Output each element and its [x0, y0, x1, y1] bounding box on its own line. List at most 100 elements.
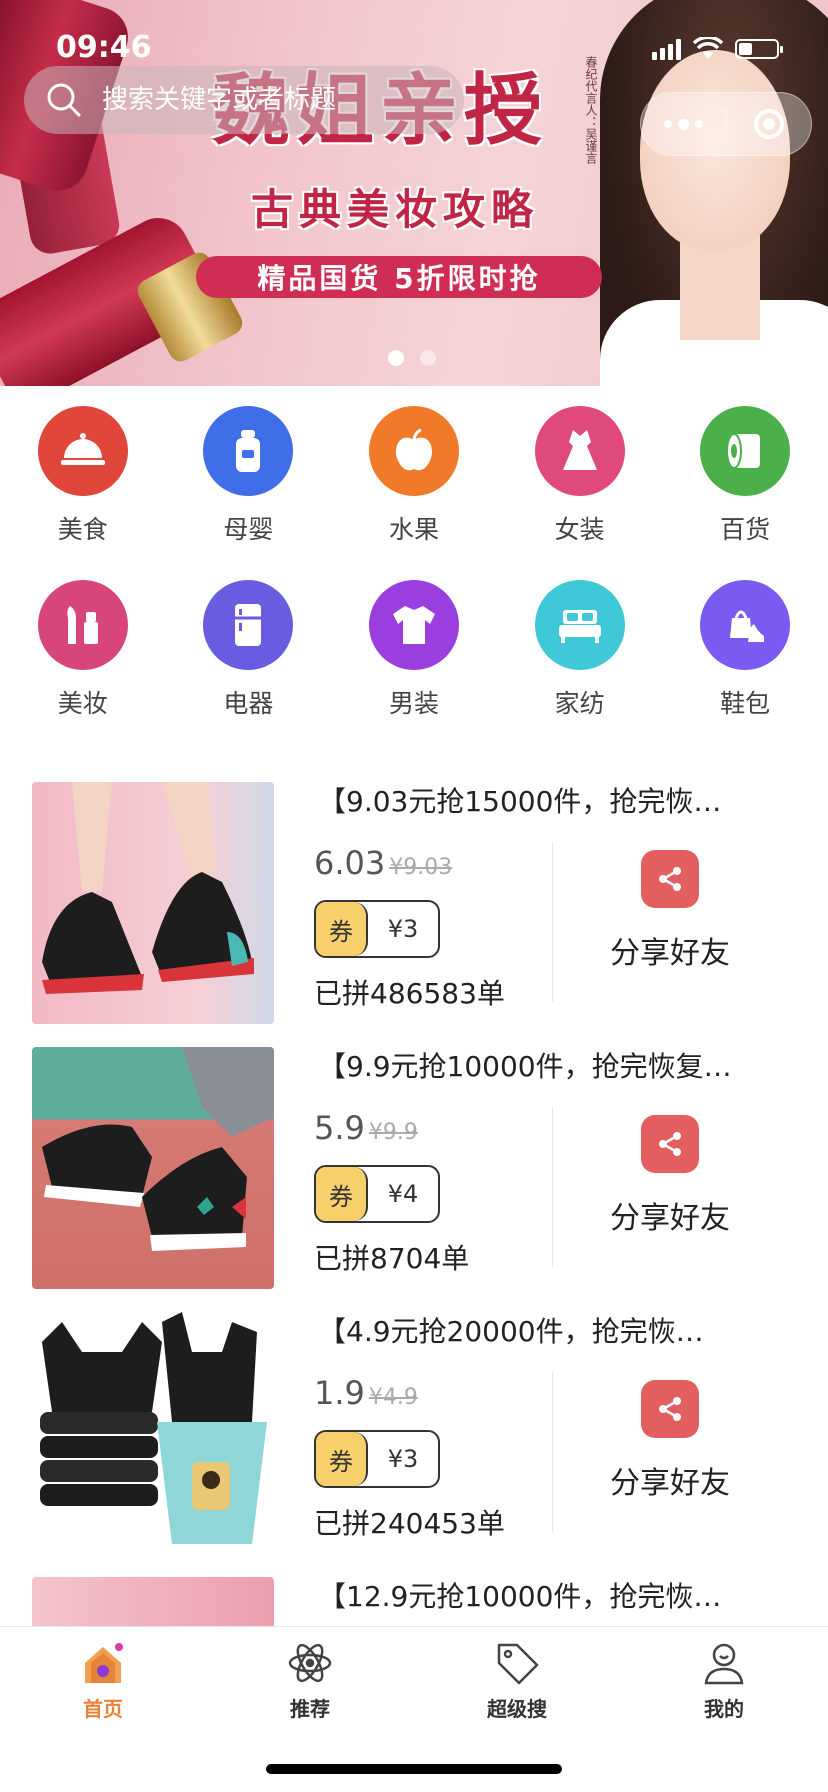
- share-friend-button[interactable]: 分享好友: [590, 1115, 750, 1237]
- category-womens[interactable]: 女装: [497, 406, 663, 580]
- share-icon: [641, 1115, 699, 1173]
- target-icon: [753, 109, 784, 139]
- home-indicator: [266, 1764, 562, 1774]
- product-list: 【9.03元抢15000件，抢完恢… 6.03 ¥9.03 券 ¥3 已拼486…: [0, 760, 828, 1626]
- cellular-signal-icon: [652, 38, 681, 60]
- product-card[interactable]: 【4.9元抢20000件，抢完恢… 1.9 ¥4.9 券 ¥3 已拼240453…: [0, 1290, 828, 1555]
- current-price: 1.9: [314, 1374, 365, 1412]
- category-label: 百货: [720, 515, 771, 544]
- product-card[interactable]: 【9.03元抢15000件，抢完恢… 6.03 ¥9.03 券 ¥3 已拼486…: [0, 760, 828, 1025]
- cloche-icon: [37, 406, 128, 496]
- banner-vertical-caption: 春纪代言人：吴谨言: [584, 56, 598, 164]
- coupon-tag: 券: [316, 902, 368, 956]
- makeup-brush-icon: [37, 580, 128, 670]
- dress-icon: [534, 406, 625, 496]
- product-title: 【9.03元抢15000件，抢完恢…: [318, 785, 722, 818]
- tab-label: 我的: [704, 1697, 744, 1721]
- miniapp-capsule: [640, 92, 812, 156]
- category-label: 家纺: [554, 689, 605, 718]
- product-title: 【12.9元抢10000件，抢完恢…: [318, 1580, 722, 1613]
- paper-roll-icon: [700, 406, 791, 496]
- price-row: 6.03 ¥9.03: [314, 844, 452, 882]
- category-makeup[interactable]: 美妆: [0, 580, 166, 754]
- product-image[interactable]: [32, 782, 274, 1024]
- product-card[interactable]: 【12.9元抢10000件，抢完恢…: [0, 1555, 828, 1626]
- product-title: 【9.9元抢10000件，抢完恢复…: [318, 1050, 732, 1083]
- user-icon: [704, 1643, 744, 1685]
- close-miniapp-button[interactable]: [727, 93, 812, 155]
- banner-promo-ribbon: 精品国货 5折限时抢: [196, 256, 602, 298]
- sold-count: 已拼8704单: [314, 1242, 470, 1275]
- price-row: 5.9 ¥9.9: [314, 1109, 418, 1147]
- coupon-value: ¥4: [387, 1180, 419, 1208]
- product-image[interactable]: [32, 1577, 274, 1626]
- carousel-dot[interactable]: [388, 350, 404, 366]
- tab-label: 超级搜: [487, 1697, 547, 1721]
- apple-icon: [368, 406, 459, 496]
- product-title: 【4.9元抢20000件，抢完恢…: [318, 1315, 704, 1348]
- status-icons: [652, 34, 792, 64]
- more-menu-button[interactable]: [641, 93, 726, 155]
- category-shoes-bags[interactable]: 鞋包: [662, 580, 828, 754]
- share-icon: [641, 850, 699, 908]
- bed-icon: [534, 580, 625, 670]
- coupon-value: ¥3: [387, 915, 419, 943]
- category-general[interactable]: 百货: [662, 406, 828, 580]
- product-image[interactable]: [32, 1312, 274, 1554]
- product-card[interactable]: 【9.9元抢10000件，抢完恢复… 5.9 ¥9.9 券 ¥4 已拼8704单…: [0, 1025, 828, 1290]
- sold-count: 已拼240453单: [314, 1507, 505, 1540]
- category-appliances[interactable]: 电器: [166, 580, 332, 754]
- coupon-badge: 券 ¥4: [314, 1165, 440, 1223]
- carousel-indicator: [388, 350, 436, 366]
- share-icon: [641, 1380, 699, 1438]
- category-label: 母婴: [223, 515, 274, 544]
- share-friend-button[interactable]: 分享好友: [590, 1380, 750, 1502]
- category-label: 女装: [554, 515, 605, 544]
- product-image[interactable]: [32, 1047, 274, 1289]
- category-mens[interactable]: 男装: [331, 580, 497, 754]
- coupon-tag: 券: [316, 1432, 368, 1486]
- original-price: ¥9.9: [368, 1120, 418, 1145]
- category-label: 美食: [57, 515, 108, 544]
- coupon-value: ¥3: [387, 1445, 419, 1473]
- status-time: 09:46: [56, 30, 152, 65]
- category-food[interactable]: 美食: [0, 406, 166, 580]
- battery-icon: [735, 39, 783, 59]
- category-label: 美妆: [57, 689, 108, 718]
- original-price: ¥4.9: [368, 1385, 418, 1410]
- sold-count: 已拼486583单: [314, 977, 505, 1010]
- category-label: 电器: [223, 689, 274, 718]
- wifi-icon: [693, 37, 723, 59]
- current-price: 6.03: [314, 844, 386, 882]
- tab-recommend[interactable]: 推荐: [250, 1639, 370, 1722]
- search-bar[interactable]: [24, 66, 464, 134]
- heel-bag-icon: [700, 580, 791, 670]
- original-price: ¥9.03: [389, 855, 453, 880]
- banner-subline: 古典美妆攻略: [250, 185, 539, 234]
- category-label: 鞋包: [720, 689, 771, 718]
- baby-bottle-icon: [203, 406, 294, 496]
- category-bedding[interactable]: 家纺: [497, 580, 663, 754]
- carousel-dot[interactable]: [420, 350, 436, 366]
- search-input[interactable]: [102, 85, 442, 115]
- tab-super-search[interactable]: 超级搜: [457, 1639, 577, 1722]
- tab-mine[interactable]: 我的: [664, 1639, 784, 1722]
- fridge-icon: [203, 580, 294, 670]
- category-fruit[interactable]: 水果: [331, 406, 497, 580]
- divider: [552, 842, 553, 1002]
- divider: [552, 1372, 553, 1532]
- current-price: 5.9: [314, 1109, 365, 1147]
- tshirt-icon: [368, 580, 459, 670]
- coupon-badge: 券 ¥3: [314, 900, 440, 958]
- tab-home[interactable]: 首页: [43, 1639, 163, 1722]
- share-friend-button[interactable]: 分享好友: [590, 850, 750, 972]
- search-icon: [47, 83, 81, 117]
- promo-banner[interactable]: 魏姐亲授 古典美妆攻略 精品国货 5折限时抢 春纪代言人：吴谨言 09:46: [0, 0, 828, 386]
- price-row: 1.9 ¥4.9: [314, 1374, 418, 1412]
- tab-label: 首页: [83, 1697, 123, 1721]
- tag-icon: [497, 1643, 539, 1685]
- category-baby[interactable]: 母婴: [166, 406, 332, 580]
- category-grid: 美食 母婴 水果 女装 百货 美妆 电器 男装 家纺 鞋包: [0, 386, 828, 736]
- tab-label: 推荐: [290, 1697, 330, 1721]
- home-icon: [85, 1643, 123, 1683]
